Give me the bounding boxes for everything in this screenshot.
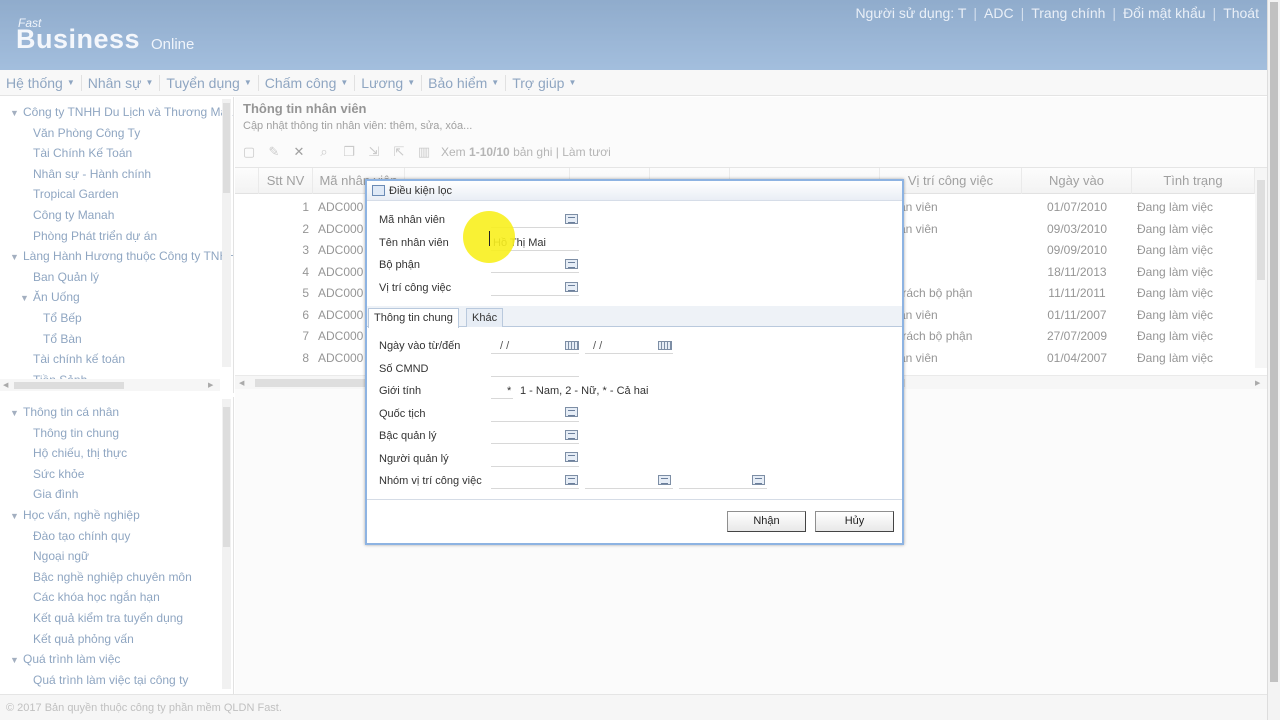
date-range-label: Ngày vào từ/đến — [379, 340, 461, 352]
dialog-title: Điều kiện lọc — [389, 185, 452, 197]
tab-other[interactable]: Khác — [466, 308, 504, 327]
position-group-input-3[interactable] — [679, 488, 767, 489]
management-level-input[interactable] — [491, 443, 579, 444]
filter-window-icon — [372, 185, 385, 196]
department-input[interactable] — [491, 272, 579, 273]
dialog-titlebar[interactable]: Điều kiện lọc — [367, 181, 902, 201]
employee-name-label: Tên nhân viên — [379, 237, 449, 249]
date-from-input[interactable]: / / — [500, 340, 509, 352]
tab-general[interactable]: Thông tin chung — [368, 308, 459, 328]
date-from-underline — [491, 353, 579, 354]
lookup-icon[interactable] — [565, 407, 578, 417]
gender-input[interactable]: * — [507, 385, 511, 397]
dialog-tabs: Thông tin chung Khác — [367, 306, 902, 328]
filter-dialog: Điều kiện lọc Mã nhân viên Tên nhân viên… — [365, 179, 904, 545]
calendar-icon[interactable] — [565, 341, 579, 350]
dialog-divider — [367, 499, 902, 500]
gender-hint: 1 - Nam, 2 - Nữ, * - Cả hai — [520, 385, 649, 397]
lookup-icon[interactable] — [752, 475, 765, 485]
lookup-icon[interactable] — [565, 282, 578, 292]
date-to-underline — [585, 353, 673, 354]
lookup-icon[interactable] — [565, 214, 578, 224]
lookup-icon[interactable] — [565, 475, 578, 485]
text-cursor-icon — [489, 231, 491, 246]
position-group-input-2[interactable] — [585, 488, 673, 489]
lookup-icon[interactable] — [565, 430, 578, 440]
lookup-icon[interactable] — [565, 452, 578, 462]
position-group-input-1[interactable] — [491, 488, 579, 489]
lookup-icon[interactable] — [565, 259, 578, 269]
nationality-label: Quốc tịch — [379, 408, 426, 420]
position-group-label: Nhóm vị trí công việc — [379, 475, 482, 487]
lookup-icon[interactable] — [658, 475, 671, 485]
ok-button[interactable]: Nhận — [727, 511, 806, 532]
gender-underline — [491, 398, 513, 399]
management-level-label: Bậc quản lý — [379, 430, 437, 442]
calendar-icon[interactable] — [658, 341, 672, 350]
employee-code-label: Mã nhân viên — [379, 214, 446, 226]
gender-label: Giới tính — [379, 385, 422, 397]
page-vscroll[interactable] — [1267, 0, 1280, 720]
date-to-input[interactable]: / / — [593, 340, 602, 352]
position-label: Vị trí công việc — [379, 282, 452, 294]
cancel-button[interactable]: Hủy — [815, 511, 894, 532]
nationality-input[interactable] — [491, 421, 579, 422]
manager-input[interactable] — [491, 466, 579, 467]
manager-label: Người quản lý — [379, 453, 449, 465]
position-input[interactable] — [491, 295, 579, 296]
id-number-label: Số CMND — [379, 363, 429, 375]
id-number-input[interactable] — [491, 376, 579, 377]
department-label: Bộ phận — [379, 259, 420, 271]
scroll-thumb[interactable] — [1270, 2, 1278, 682]
